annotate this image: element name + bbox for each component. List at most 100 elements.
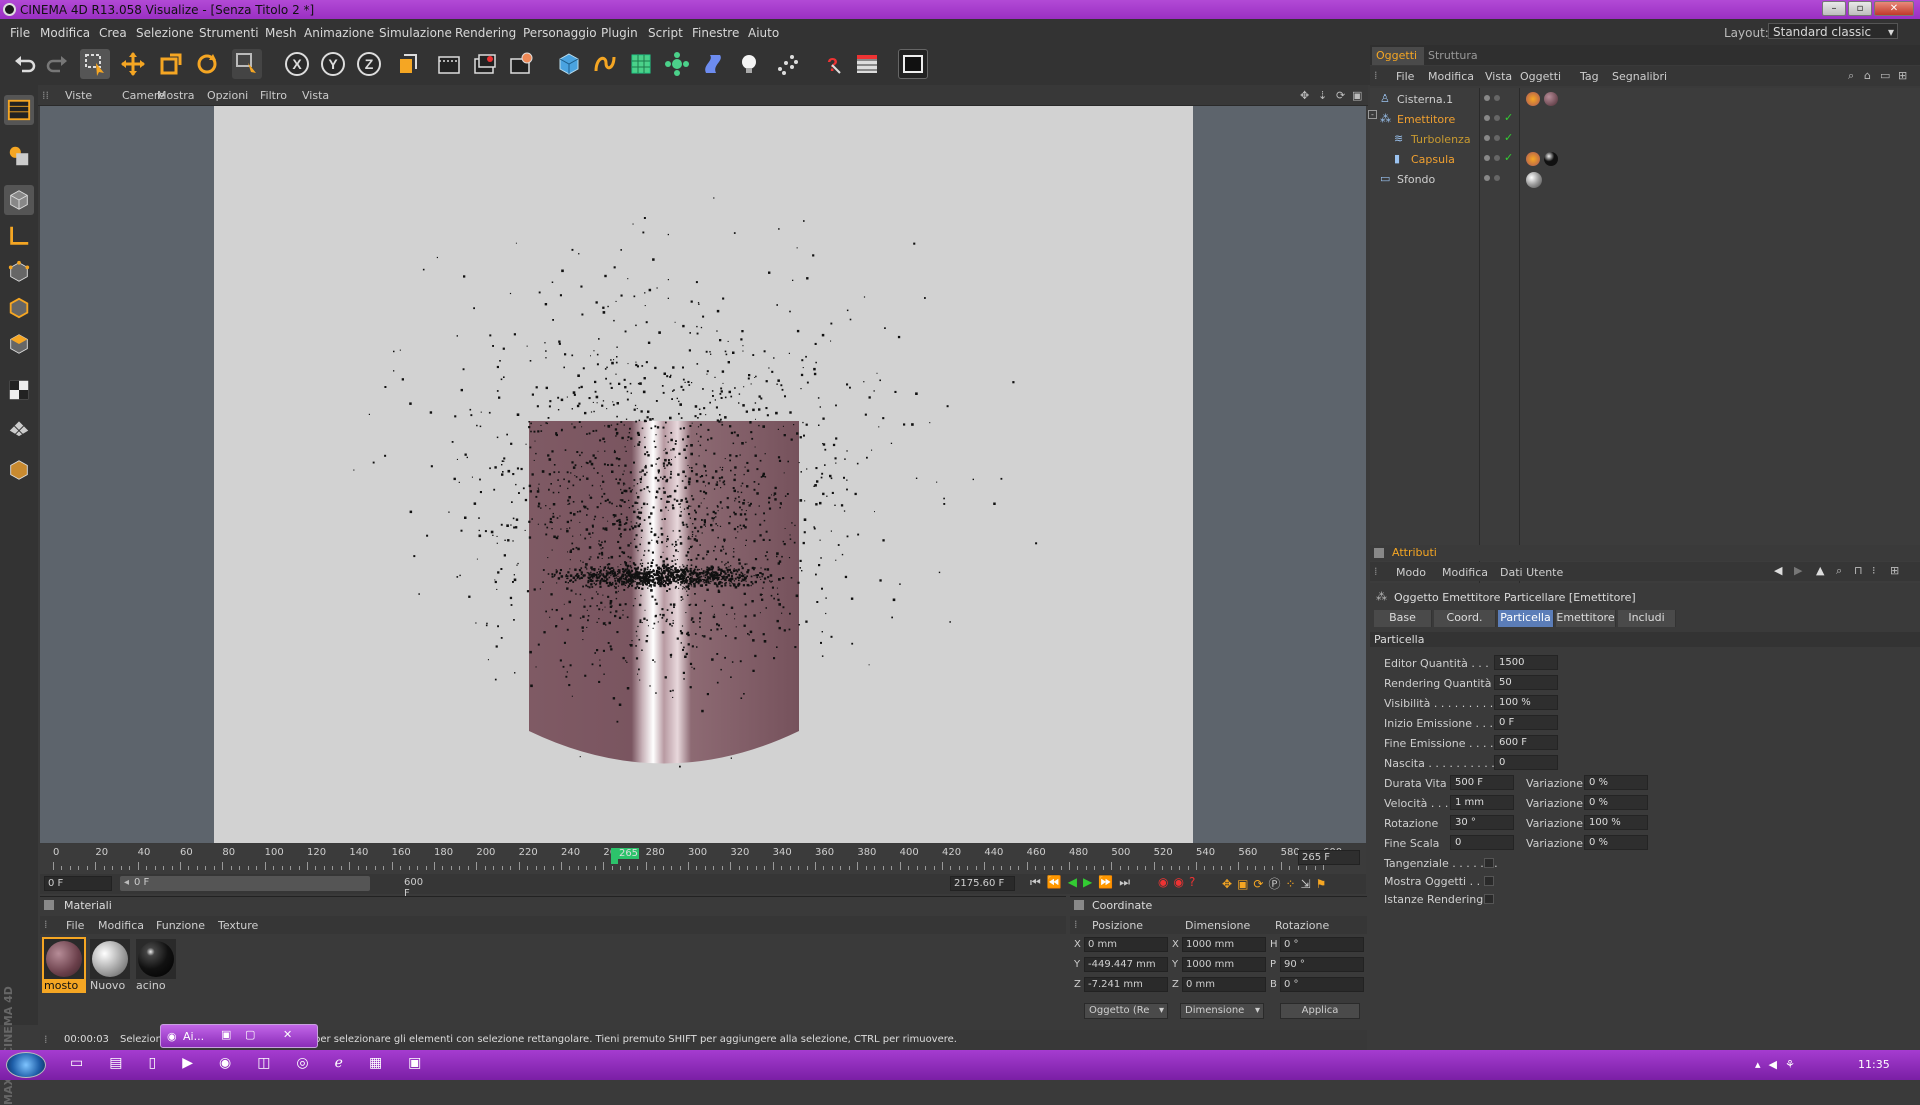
layout-select[interactable]: Standard classic ▾ [1768,23,1898,39]
autokey-icon[interactable]: ◉ [1173,875,1188,889]
materials-menu-modifica[interactable]: Modifica [98,919,144,932]
lock-icon[interactable]: ⊓ [1854,564,1863,577]
dimension-field[interactable]: 0 mm [1182,977,1266,992]
start-frame-field[interactable]: 0 F [44,876,112,891]
last-tool-icon[interactable] [232,49,262,79]
key-position-icon[interactable]: ✥ [1222,877,1237,891]
range-slider[interactable]: ◂ 0 F 600 F [120,876,423,899]
move-view-icon[interactable]: ⇣ [1318,89,1327,102]
viewport[interactable] [40,106,1366,843]
attribute-field[interactable]: 0 [1494,755,1558,770]
attr-menu-modifica[interactable]: Modifica [1442,566,1488,579]
viewport-layout-icon[interactable] [4,95,34,125]
render-view-icon[interactable] [434,49,464,79]
material-mosto[interactable]: mosto [42,937,86,993]
timeline[interactable]: 0204060801001201401601802002202402602803… [40,844,1366,874]
tab-coord[interactable]: Coord. [1434,610,1496,627]
cinema4d-icon[interactable]: ◉ [219,1055,257,1071]
chrome-icon[interactable]: ◎ [296,1055,334,1071]
menu-modifica[interactable]: Modifica [40,26,90,40]
key-rotation-icon[interactable]: ⟳ [1253,877,1268,891]
command-manager-icon[interactable] [852,49,882,79]
snapping-icon[interactable] [4,455,34,485]
close-icon[interactable]: ✕ [283,1028,292,1041]
coordinate-system-icon[interactable] [392,49,422,79]
vp-menu-viste[interactable]: Viste [65,89,92,102]
next-frame-icon[interactable]: ⏩ [1098,875,1119,889]
attribute-field[interactable]: 600 F [1494,735,1558,750]
apply-button[interactable]: Applica [1280,1003,1360,1019]
material-tag-icon[interactable] [1544,152,1558,166]
render-picture-viewer-icon[interactable] [470,49,500,79]
dimension-field[interactable]: 1000 mm [1182,957,1266,972]
collapse-icon[interactable]: - [1368,110,1377,119]
size-mode-select[interactable]: Dimensione ▾ [1180,1003,1264,1019]
menu-personaggio[interactable]: Personaggio [523,26,597,40]
material-nuovo[interactable]: Nuovo [88,937,132,993]
visibility-dot-icon[interactable] [1484,135,1490,141]
material-acino[interactable]: acino [134,937,178,993]
z-axis-lock-icon[interactable]: Z [354,49,384,79]
material-tag-icon[interactable] [1544,92,1558,106]
object-row[interactable]: ♙ Cisterna.1 [1370,90,1918,110]
texture-mode-icon[interactable] [4,375,34,405]
prev-frame-icon[interactable]: ◀ [1068,875,1083,889]
enabled-check-icon[interactable]: ✓ [1504,131,1513,144]
position-field[interactable]: -449.447 mm [1084,957,1168,972]
vp-menu-vista[interactable]: Vista [302,89,329,102]
timeline-ruler[interactable]: 0204060801001201401601802002202402602803… [40,844,1342,874]
vp-menu-filtro[interactable]: Filtro [260,89,287,102]
attribute-field[interactable]: 50 [1494,675,1558,690]
render-dot-icon[interactable] [1494,175,1500,181]
materials-menu-texture[interactable]: Texture [218,919,258,932]
window-app-icon[interactable]: ▣ [408,1055,447,1071]
attribute-field[interactable]: 1 mm [1450,795,1514,810]
materials-menu-funzione[interactable]: Funzione [156,919,205,932]
attr-menu-dati-utente[interactable]: Dati Utente [1500,566,1563,579]
visibility-dot-icon[interactable] [1484,175,1490,181]
tab-oggetti[interactable]: Oggetti [1372,47,1424,65]
play-icon[interactable]: ▶ [1083,875,1098,889]
object-row[interactable]: ≋ Turbolenza ✓ [1370,130,1918,150]
minimize-panel-icon[interactable]: ▭ [1880,69,1890,82]
points-mode-icon[interactable] [4,257,34,287]
maximize-button[interactable]: ▫ [1848,1,1872,16]
go-start-icon[interactable]: ⏮ [1030,875,1047,889]
om-menu-oggetti[interactable]: Oggetti [1520,70,1561,83]
particles-icon[interactable] [772,49,802,79]
variation-field[interactable]: 100 % [1584,815,1648,830]
current-frame-field[interactable]: 265 F [1298,850,1360,865]
key-param-icon[interactable]: Ⓟ [1268,877,1285,891]
tab-base[interactable]: Base [1374,610,1432,627]
enabled-check-icon[interactable]: ✓ [1504,111,1513,124]
up-arrow-icon[interactable]: ▲ [1816,564,1824,577]
move-icon[interactable] [118,49,148,79]
ie-icon[interactable]: ℯ [335,1055,369,1071]
menu-finestre[interactable]: Finestre [692,26,739,40]
deformer-icon[interactable] [698,49,728,79]
rotate-icon[interactable] [192,49,222,79]
rotation-field[interactable]: 0 ° [1280,937,1364,952]
home-icon[interactable]: ⌂ [1864,69,1871,82]
array-icon[interactable] [662,49,692,79]
om-menu-file[interactable]: File [1396,70,1414,83]
om-menu-segnalibri[interactable]: Segnalibri [1612,70,1667,83]
nurbs-icon[interactable] [626,49,656,79]
attr-menu-modo[interactable]: Modo [1396,566,1426,579]
maximize-icon[interactable]: ▢ [245,1028,255,1041]
spline-icon[interactable] [590,49,620,79]
visibility-dot-icon[interactable] [1484,95,1490,101]
render-settings-icon[interactable] [506,49,536,79]
timeline-window-icon[interactable]: ⇲ [1301,877,1316,891]
object-axis-icon[interactable] [4,221,34,251]
x-axis-lock-icon[interactable]: X [282,49,312,79]
vp-menu-mostra[interactable]: Mostra [157,89,195,102]
menu-script[interactable]: Script [648,26,683,40]
render-dot-icon[interactable] [1494,95,1500,101]
menu-aiuto[interactable]: Aiuto [748,26,779,40]
attribute-field[interactable]: 0 [1450,835,1514,850]
make-editable-icon[interactable] [4,141,34,171]
vp-menu-opzioni[interactable]: Opzioni [207,89,248,102]
panel-toggle-icon[interactable] [1074,900,1084,910]
rotate-view-icon[interactable]: ⟳ [1336,89,1345,102]
